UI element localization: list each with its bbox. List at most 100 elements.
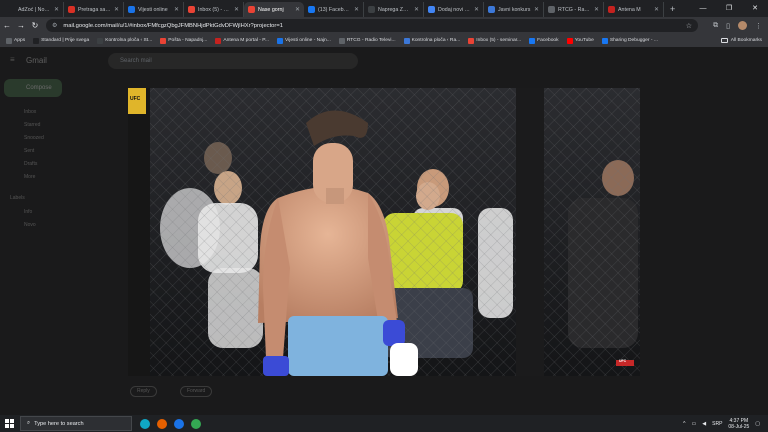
gmail-label-item[interactable]: Novo — [24, 222, 36, 228]
network-icon[interactable]: ▭ — [692, 421, 697, 427]
minimize-button[interactable]: — — [690, 0, 716, 17]
browser-tab[interactable]: RTCG - Radio ✕ — [544, 2, 604, 17]
tab-close-icon[interactable]: ✕ — [474, 6, 479, 13]
bookmark-item[interactable]: YouTube — [566, 37, 594, 44]
gmail-label-item[interactable]: Info — [24, 209, 32, 215]
bookmark-label: Kontrolna ploča ‹ Ra... — [411, 38, 461, 43]
labels-heading: Labels — [10, 195, 25, 201]
gmail-search-input[interactable]: Search mail — [108, 53, 358, 69]
gmail-nav-item[interactable]: Starred — [24, 122, 40, 128]
tab-close-icon[interactable]: ✕ — [354, 6, 359, 13]
bookmark-favicon-icon — [215, 37, 222, 44]
ufc-corner-logo: UFC — [619, 359, 627, 363]
edge-icon[interactable] — [136, 415, 153, 432]
bookmark-favicon-icon — [6, 37, 12, 44]
bookmark-favicon-icon — [601, 37, 608, 44]
bookmark-item[interactable]: Sharing Debugger - ... — [601, 37, 658, 44]
gmail-nav-item[interactable]: Drafts — [24, 161, 37, 167]
site-info-icon[interactable]: ⚙ — [52, 22, 57, 29]
tab-close-icon[interactable]: ✕ — [295, 6, 300, 13]
bookmark-item[interactable]: Apps — [6, 37, 26, 44]
firefox-icon[interactable] — [153, 415, 170, 432]
browser-tab[interactable]: Javni konkurs ✕ — [484, 2, 544, 17]
chrome-icon[interactable] — [187, 415, 204, 432]
browser-tab[interactable]: Vijesti online ✕ — [124, 2, 184, 17]
windows-start-button[interactable] — [0, 415, 18, 432]
all-bookmarks[interactable]: All Bookmarks — [720, 38, 762, 43]
tab-favicon-icon — [608, 6, 615, 13]
bookmark-label: Apps — [14, 38, 26, 43]
volume-icon[interactable]: ◀ — [702, 421, 706, 427]
gmail-nav-item[interactable]: More — [24, 174, 35, 180]
tab-label: RTCG - Radio — [558, 6, 591, 13]
bookmark-favicon-icon — [276, 37, 283, 44]
browser-tab[interactable]: Naprega Zaspor ✕ — [364, 2, 424, 17]
bookmark-favicon-icon — [566, 37, 573, 44]
browser-tab[interactable]: (13) Facebook ✕ — [304, 2, 364, 17]
tab-close-icon[interactable]: ✕ — [654, 6, 659, 13]
tab-close-icon[interactable]: ✕ — [534, 6, 539, 13]
video-preview[interactable]: UFC UFC — [128, 88, 640, 376]
bookmark-item[interactable]: Kontrolna ploča ‹ St... — [97, 37, 152, 44]
gmail-menu-icon[interactable]: ≡ — [10, 55, 15, 64]
profile-avatar[interactable] — [738, 21, 747, 30]
maximize-button[interactable]: ❐ — [716, 0, 742, 17]
gmail-logo: Gmail — [26, 56, 47, 65]
reply-button[interactable]: Reply — [130, 386, 157, 397]
browser-tab[interactable]: Inbox (5) - semi ✕ — [184, 2, 244, 17]
bookmark-favicon-icon — [33, 37, 40, 44]
tab-favicon-icon — [428, 6, 435, 13]
clock-time: 4:37 PM — [729, 417, 749, 424]
forward-button-mail[interactable]: Forward — [180, 386, 213, 397]
tab-close-icon[interactable]: ✕ — [54, 6, 59, 13]
tab-close-icon[interactable]: ✕ — [114, 6, 119, 13]
browser-tab[interactable]: Dodaj novi čla ✕ — [424, 2, 484, 17]
browser-tab[interactable]: AdZoć | Novosti ✕ — [4, 2, 64, 17]
gmail-nav-item[interactable]: Inbox — [24, 109, 36, 115]
tab-close-icon[interactable]: ✕ — [414, 6, 419, 13]
bookmark-label: RTCG - Radio Televi... — [346, 38, 396, 43]
browser-tab[interactable]: Antena M ✕ — [604, 2, 664, 17]
browser-tab[interactable]: Pretraga sadržaja ✕ — [64, 2, 124, 17]
bookmark-item[interactable]: Inbox (5) - seminar... — [468, 37, 521, 44]
tab-label: AdZoć | Novosti — [18, 6, 51, 13]
tab-label: Naprega Zaspor — [378, 6, 411, 13]
reload-button[interactable]: ↻ — [28, 21, 42, 30]
address-bar[interactable]: ⚙ mail.google.com/mail/u/1/#inbox/FMfcgz… — [46, 19, 698, 32]
tab-close-icon[interactable]: ✕ — [174, 6, 179, 13]
extensions-icon[interactable]: ⧉ — [713, 22, 718, 30]
notifications-icon[interactable]: ▢ — [755, 421, 760, 427]
compose-button[interactable]: Compose — [4, 79, 62, 97]
bookmark-item[interactable]: Kontrolna ploča ‹ Ra... — [403, 37, 461, 44]
close-window-button[interactable]: ✕ — [742, 0, 768, 17]
taskbar-search-input[interactable]: ⌕ Type here to search — [20, 416, 132, 431]
system-clock[interactable]: 4:37 PM 08-Jul-25 — [728, 418, 749, 430]
bookmark-item[interactable]: Standard | Prije svega — [33, 37, 89, 44]
sidebar-icon[interactable]: ▯ — [726, 22, 730, 30]
bookmark-item[interactable]: RTCG - Radio Televi... — [338, 37, 396, 44]
tab-favicon-icon — [368, 6, 375, 13]
gmail-nav-item[interactable]: Snoozed — [24, 135, 44, 141]
bookmark-item[interactable]: Pošta - Napadnj... — [160, 37, 207, 44]
bookmark-item[interactable]: Vijesti online - Najn... — [276, 37, 331, 44]
tab-label: Inbox (5) - semi — [198, 6, 231, 13]
window-controls: — ❐ ✕ — [690, 0, 768, 17]
language-indicator[interactable]: SRP — [712, 421, 722, 427]
tab-favicon-icon — [548, 6, 555, 13]
forward-button[interactable]: → — [14, 21, 28, 30]
back-button[interactable]: ← — [0, 21, 14, 30]
tray-chevron-icon[interactable]: ^ — [683, 421, 685, 427]
tab-favicon-icon — [68, 6, 75, 13]
bookmark-star-icon[interactable]: ☆ — [686, 22, 692, 30]
new-tab-button[interactable]: + — [664, 4, 681, 14]
tab-close-icon[interactable]: ✕ — [594, 6, 599, 13]
mail-icon[interactable] — [170, 415, 187, 432]
gmail-nav-item[interactable]: Sent — [24, 148, 34, 154]
bookmark-item[interactable]: Facebook — [529, 37, 559, 44]
menu-icon[interactable]: ⋮ — [755, 22, 762, 30]
tab-close-icon[interactable]: ✕ — [234, 6, 239, 13]
toolbar-actions: ⧉ ▯ ⋮ — [713, 17, 762, 34]
browser-tab[interactable]: Nase gornj ✕ — [244, 2, 304, 17]
bookmark-label: Antena M portal - P... — [223, 38, 269, 43]
bookmark-item[interactable]: Antena M portal - P... — [215, 37, 269, 44]
